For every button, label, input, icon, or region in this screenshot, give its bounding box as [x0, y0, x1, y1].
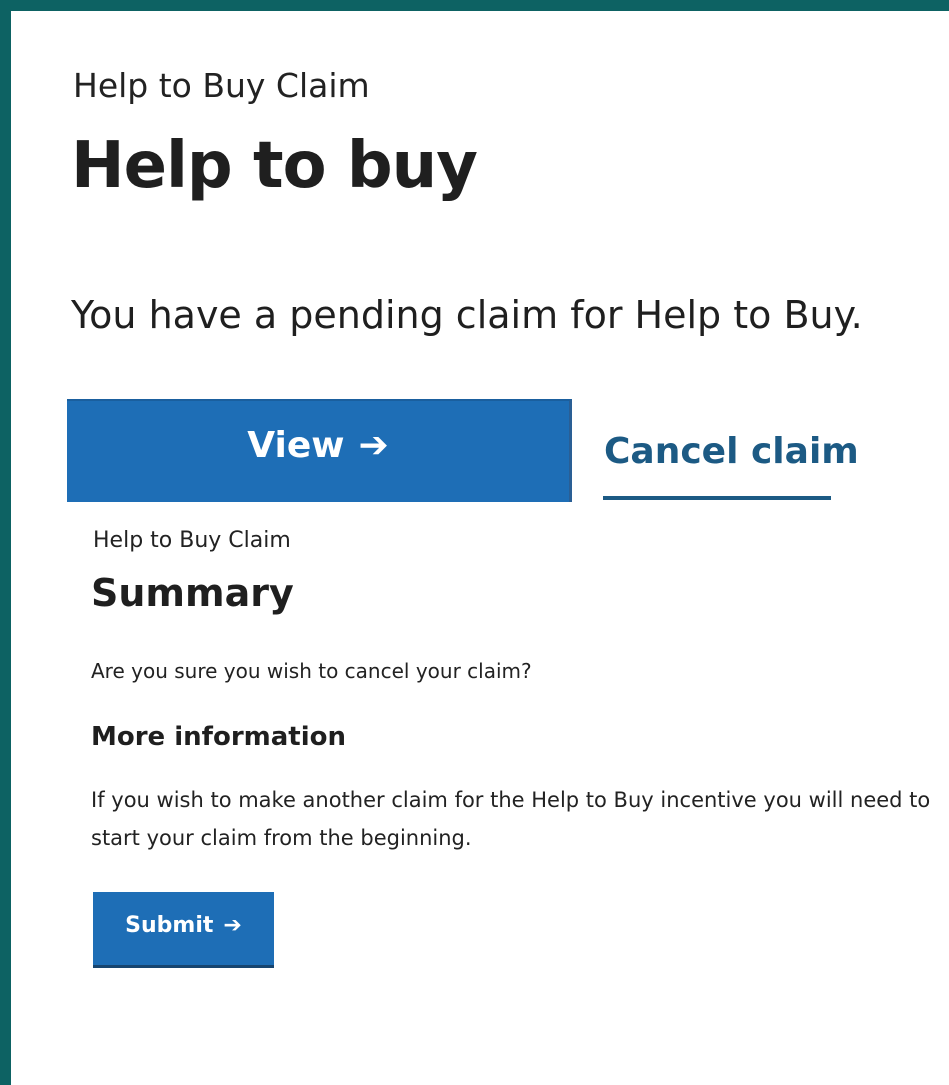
page-caption: Help to Buy Claim	[73, 66, 370, 105]
arrow-right-icon: ➔	[223, 912, 242, 938]
cancel-confirmation-question: Are you sure you wish to cancel your cla…	[91, 659, 532, 683]
more-information-heading: More information	[91, 722, 347, 752]
view-button-label: View	[247, 425, 345, 466]
view-button[interactable]: View ➔	[67, 399, 572, 502]
page-frame: Help to Buy Claim Help to buy You have a…	[0, 0, 949, 1085]
arrow-right-icon: ➔	[358, 424, 389, 466]
submit-button[interactable]: Submit ➔	[93, 892, 274, 968]
cancel-claim-underline	[603, 496, 831, 500]
summary-title: Summary	[91, 571, 294, 615]
pending-claim-message: You have a pending claim for Help to Buy…	[71, 293, 863, 337]
submit-button-label: Submit	[125, 913, 214, 938]
summary-caption: Help to Buy Claim	[93, 528, 291, 553]
page-title: Help to buy	[71, 129, 478, 203]
cancel-claim-link[interactable]: Cancel claim	[604, 431, 859, 472]
more-information-text: If you wish to make another claim for th…	[91, 788, 931, 850]
